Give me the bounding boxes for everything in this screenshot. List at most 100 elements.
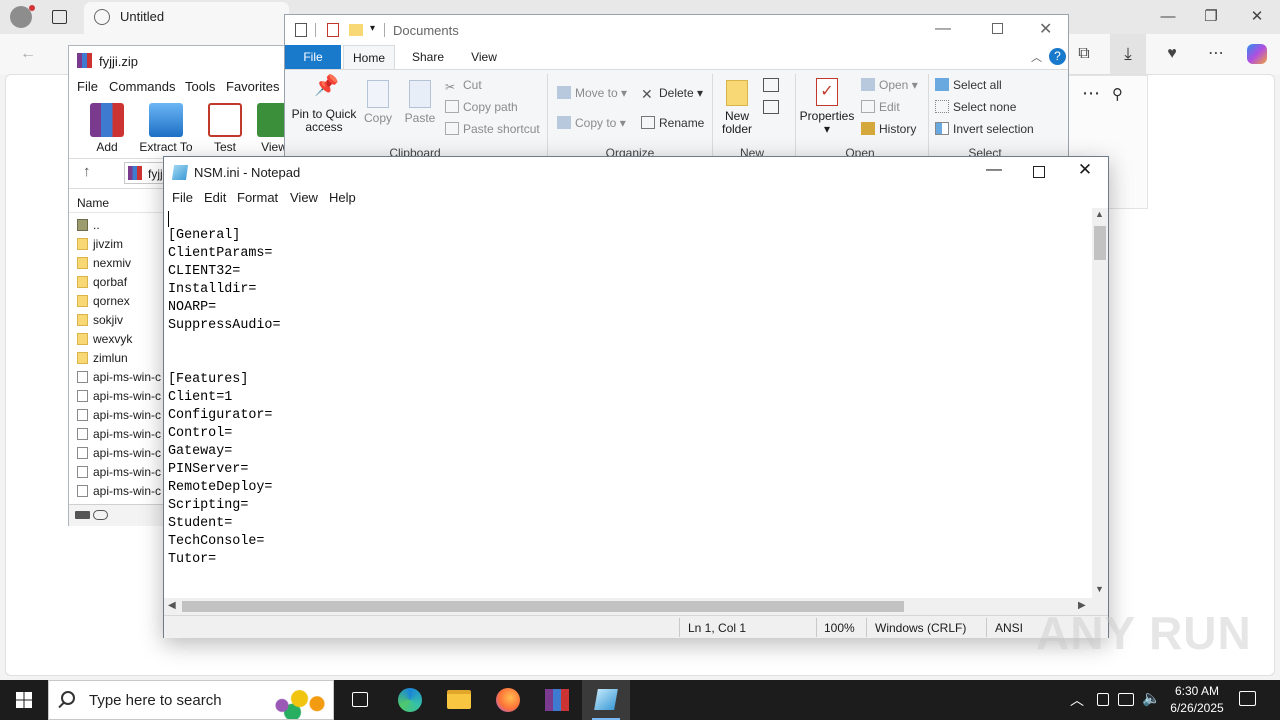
list-item[interactable]: api-ms-win-c	[77, 427, 161, 446]
downloads-icon[interactable]: ⤓	[1110, 34, 1146, 74]
notepad-menu-format[interactable]: Format	[237, 190, 278, 205]
vertical-tabs-icon[interactable]	[52, 10, 67, 24]
list-item[interactable]: api-ms-win-c	[77, 389, 161, 408]
clock-time[interactable]: 6:30 AM	[1162, 684, 1232, 698]
tab-file[interactable]: File	[285, 45, 341, 69]
list-item[interactable]: jivzim	[77, 237, 123, 256]
checkmark-quick-icon[interactable]	[327, 23, 339, 37]
notepad-menu-file[interactable]: File	[172, 190, 193, 205]
browser-restore-button[interactable]: ❐	[1188, 0, 1234, 34]
explorer-close-button[interactable]: ✕	[1039, 19, 1052, 39]
more-menu-icon[interactable]: ⋯	[1202, 40, 1230, 68]
back-arrow-icon[interactable]: ←	[14, 40, 42, 68]
winrar-extract-button[interactable]: Extract To	[139, 103, 193, 154]
list-item[interactable]: zimlun	[77, 351, 128, 370]
list-item[interactable]: qorbaf	[77, 275, 127, 294]
taskbar-notepad[interactable]	[582, 680, 630, 720]
notepad-close-button[interactable]: ✕	[1070, 160, 1100, 184]
network-icon[interactable]	[1118, 693, 1134, 706]
performance-icon[interactable]: ♥	[1158, 40, 1186, 68]
collections-icon[interactable]: ⧉	[1070, 40, 1098, 68]
list-item[interactable]: qornex	[77, 294, 130, 313]
properties-quick-icon[interactable]	[295, 23, 307, 37]
history-button[interactable]: History	[861, 120, 916, 138]
winrar-menu-commands[interactable]: Commands	[109, 79, 175, 94]
vertical-scrollbar[interactable]: ▲ ▼	[1092, 208, 1108, 598]
select-all-button[interactable]: Select all	[935, 76, 1002, 94]
taskbar-file-explorer[interactable]	[435, 680, 483, 720]
winrar-test-button[interactable]: Test	[207, 103, 243, 154]
scroll-down-arrow[interactable]: ▼	[1095, 584, 1104, 594]
horizontal-scrollbar[interactable]: ◀ ▶	[164, 598, 1092, 615]
tab-share[interactable]: Share	[401, 45, 455, 69]
copy-button[interactable]: Copy	[361, 80, 395, 125]
invert-selection-button[interactable]: Invert selection	[935, 120, 1034, 138]
explorer-maximize-button[interactable]	[992, 23, 1003, 34]
tab-home[interactable]: Home	[343, 45, 395, 69]
notepad-title-bar[interactable]: NSM.ini - Notepad — ✕	[164, 157, 1108, 188]
notepad-minimize-button[interactable]: —	[974, 161, 1014, 185]
paste-shortcut-button[interactable]: Paste shortcut	[445, 120, 540, 138]
quick-access-dropdown-icon[interactable]: ▾	[370, 23, 375, 34]
list-item[interactable]: api-ms-win-c	[77, 484, 161, 503]
copy-path-button[interactable]: Copy path	[445, 98, 518, 116]
notepad-maximize-button[interactable]	[1033, 166, 1045, 178]
explorer-title-bar[interactable]: ▾ Documents — ✕	[285, 15, 1068, 45]
vertical-scroll-thumb[interactable]	[1094, 226, 1106, 260]
notepad-menu-help[interactable]: Help	[329, 190, 356, 205]
list-item[interactable]: sokjiv	[77, 313, 123, 332]
notepad-menu-edit[interactable]: Edit	[204, 190, 226, 205]
list-item[interactable]: api-ms-win-c	[77, 465, 161, 484]
help-icon[interactable]: ?	[1049, 48, 1066, 65]
clock-date[interactable]: 6/26/2025	[1162, 701, 1232, 715]
rename-button[interactable]: Rename	[641, 114, 704, 132]
list-item[interactable]: api-ms-win-c	[77, 446, 161, 465]
copilot-icon[interactable]	[1247, 44, 1267, 64]
horizontal-scroll-thumb[interactable]	[182, 601, 904, 612]
pin-quick-access-button[interactable]: 📌 Pin to Quick access	[291, 76, 357, 134]
delete-button[interactable]: ✕ Delete ▾	[641, 84, 703, 102]
list-item[interactable]: nexmiv	[77, 256, 131, 275]
list-item[interactable]: api-ms-win-c	[77, 408, 161, 427]
notepad-text-area[interactable]: [General] ClientParams= CLIENT32= Installdi…	[164, 208, 1092, 598]
notepad-menu-view[interactable]: View	[290, 190, 318, 205]
explorer-minimize-button[interactable]: —	[935, 20, 951, 38]
winrar-add-button[interactable]: Add	[89, 103, 125, 154]
list-item[interactable]: ..	[77, 218, 100, 237]
list-item[interactable]: wexvyk	[77, 332, 132, 351]
volume-icon[interactable]: 🔈	[1142, 689, 1161, 707]
new-item-icon[interactable]	[763, 78, 779, 92]
taskbar-winrar[interactable]	[533, 680, 581, 720]
open-button[interactable]: Open ▾	[861, 76, 918, 94]
notifications-icon[interactable]	[1239, 691, 1256, 706]
move-to-button[interactable]: Move to ▾	[557, 84, 627, 102]
properties-button[interactable]: ✓ Properties ▾	[799, 78, 855, 136]
ribbon-collapse-icon[interactable]: ︿	[1031, 49, 1042, 65]
taskbar-search-box[interactable]: Type here to search	[48, 680, 334, 720]
new-folder-button[interactable]: New folder	[717, 80, 757, 136]
list-item[interactable]: api-ms-win-c	[77, 370, 161, 389]
device-icon[interactable]	[1097, 693, 1109, 706]
paste-button[interactable]: Paste	[403, 80, 437, 125]
new-folder-quick-icon[interactable]	[349, 24, 363, 36]
winrar-title-bar[interactable]: fyjji.zip	[69, 46, 287, 76]
cut-button[interactable]: ✂ Cut	[445, 76, 482, 94]
panel-pin-icon[interactable]: ⚲	[1112, 85, 1123, 103]
taskbar-edge[interactable]	[386, 680, 434, 720]
winrar-menu-favorites[interactable]: Favorites	[226, 79, 279, 94]
select-none-button[interactable]: Select none	[935, 98, 1016, 116]
taskbar-firefox[interactable]	[484, 680, 532, 720]
winrar-menu-tools[interactable]: Tools	[185, 79, 215, 94]
easy-access-icon[interactable]	[763, 100, 779, 114]
up-arrow-icon[interactable]: ↑	[83, 163, 91, 180]
tab-view[interactable]: View	[459, 45, 509, 69]
panel-more-icon[interactable]: ⋯	[1082, 83, 1100, 104]
browser-tab[interactable]	[84, 2, 289, 34]
scroll-up-arrow[interactable]: ▲	[1095, 209, 1104, 219]
start-button[interactable]	[0, 680, 48, 720]
browser-close-button[interactable]: ✕	[1234, 0, 1280, 34]
edit-button[interactable]: Edit	[861, 98, 900, 116]
winrar-menu-file[interactable]: File	[77, 79, 98, 94]
scroll-left-arrow[interactable]: ◀	[168, 600, 176, 611]
copy-to-button[interactable]: Copy to ▾	[557, 114, 626, 132]
